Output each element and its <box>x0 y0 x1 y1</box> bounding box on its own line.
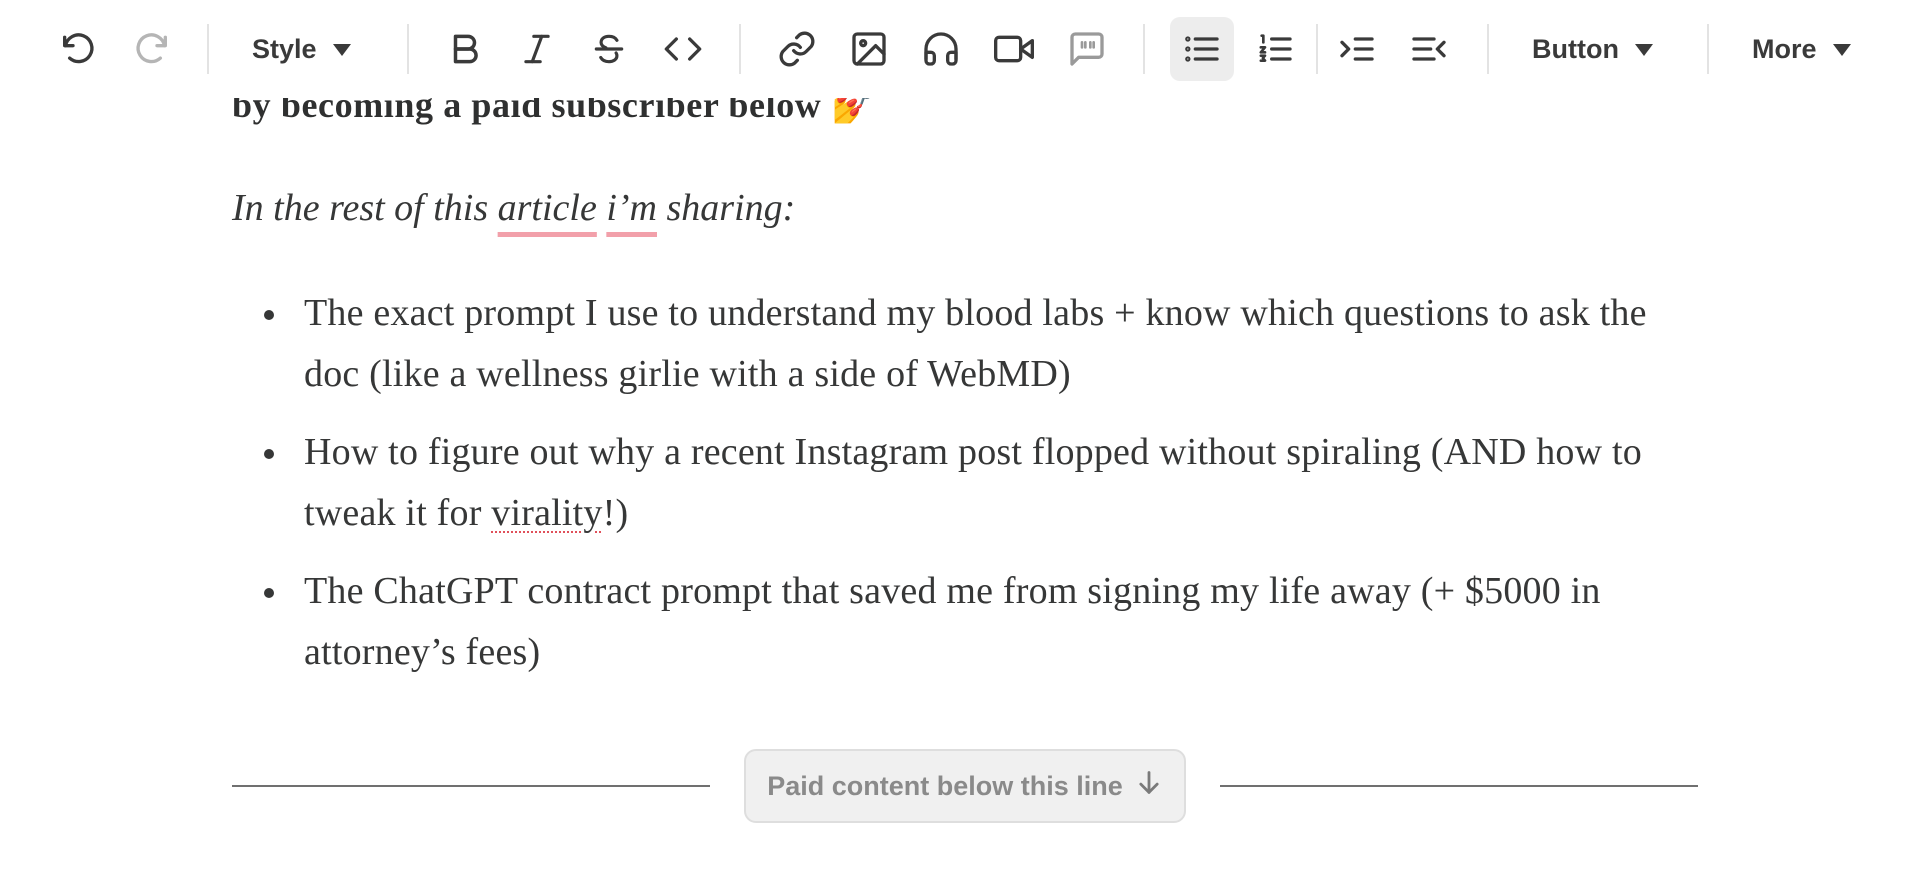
article-intro[interactable]: In the rest of this article i’m sharing: <box>232 186 795 230</box>
undo-button[interactable] <box>52 17 104 81</box>
strikethrough-icon <box>590 29 628 69</box>
indent-icon <box>1337 29 1377 69</box>
list-item-text: The ChatGPT contract prompt that saved m… <box>304 570 1601 673</box>
italic-button[interactable] <box>515 17 559 81</box>
more-dropdown[interactable]: More <box>1752 17 1877 81</box>
bold-button[interactable] <box>443 17 487 81</box>
code-icon <box>662 29 704 69</box>
numbered-list-icon <box>1255 29 1295 69</box>
intro-space <box>597 187 607 229</box>
caret-down-icon <box>332 44 351 56</box>
paywall-label: Paid content below this line <box>767 770 1123 801</box>
outdent-button[interactable] <box>1406 17 1452 81</box>
paywall-divider-right <box>1220 785 1698 787</box>
video-camera-icon <box>993 29 1035 69</box>
intro-text: sharing: <box>657 187 796 229</box>
style-dropdown[interactable]: Style <box>252 17 367 81</box>
spellcheck-word[interactable]: article <box>498 187 597 229</box>
paywall-divider-left <box>232 785 710 787</box>
arrow-down-icon <box>1135 768 1163 805</box>
link-icon <box>777 29 817 69</box>
button-dropdown-label: Button <box>1532 33 1619 64</box>
spellcheck-word[interactable]: i’m <box>606 187 657 229</box>
image-icon <box>849 29 889 69</box>
code-button[interactable] <box>659 17 707 81</box>
list-item[interactable]: The ChatGPT contract prompt that saved m… <box>232 561 1682 683</box>
link-button[interactable] <box>774 17 820 81</box>
intro-text: In the rest of this <box>232 187 498 229</box>
spellcheck-word[interactable]: virality <box>491 492 602 534</box>
strikethrough-button[interactable] <box>587 17 631 81</box>
toolbar-divider <box>407 24 409 74</box>
list-item-text: The exact prompt I use to understand my … <box>304 292 1647 395</box>
redo-button[interactable] <box>126 17 178 81</box>
italic-icon <box>518 29 556 69</box>
indent-button[interactable] <box>1334 17 1380 81</box>
toolbar-divider <box>739 24 741 74</box>
more-dropdown-label: More <box>1752 33 1817 64</box>
undo-icon <box>58 29 98 69</box>
image-button[interactable] <box>846 17 892 81</box>
caret-down-icon <box>1832 44 1851 56</box>
post-editor[interactable]: by becoming a paid subscriber below 💅 In… <box>0 0 1906 886</box>
numbered-list-button[interactable] <box>1252 17 1298 81</box>
toolbar-divider <box>207 24 209 74</box>
list-item[interactable]: The exact prompt I use to understand my … <box>232 283 1682 405</box>
quote-bubble-icon <box>1067 29 1107 69</box>
pull-quote-button[interactable] <box>1064 17 1110 81</box>
bulleted-list-icon <box>1182 29 1222 69</box>
video-button[interactable] <box>990 17 1038 81</box>
redo-icon <box>132 29 172 69</box>
editor-toolbar: Style Button More <box>0 0 1906 98</box>
button-dropdown[interactable]: Button <box>1532 17 1682 81</box>
bold-icon <box>446 29 484 69</box>
outdent-icon <box>1409 29 1449 69</box>
caret-down-icon <box>1634 44 1653 56</box>
toolbar-divider <box>1143 24 1145 74</box>
headphones-icon <box>921 29 961 69</box>
paywall-marker[interactable]: Paid content below this line <box>744 749 1186 823</box>
list-item-text: !) <box>602 492 629 534</box>
style-dropdown-label: Style <box>252 33 317 64</box>
list-item[interactable]: How to figure out why a recent Instagram… <box>232 422 1682 544</box>
audio-button[interactable] <box>918 17 964 81</box>
toolbar-divider <box>1316 24 1318 74</box>
toolbar-divider <box>1707 24 1709 74</box>
toolbar-divider <box>1487 24 1489 74</box>
bulleted-list-button[interactable] <box>1170 17 1234 81</box>
bullet-list: The exact prompt I use to understand my … <box>232 283 1682 700</box>
